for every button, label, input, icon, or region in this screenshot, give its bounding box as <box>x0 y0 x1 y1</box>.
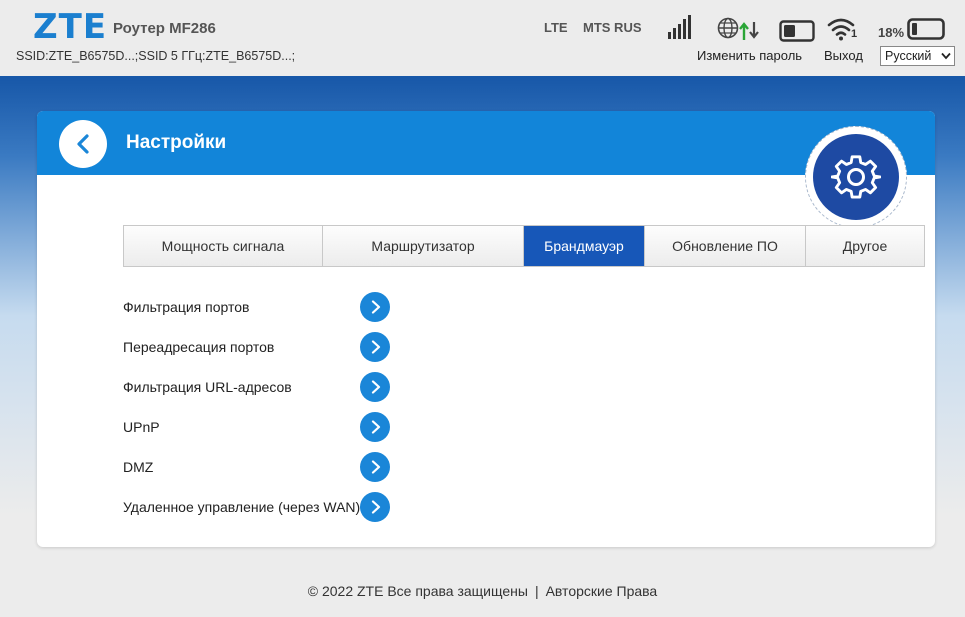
logout-link[interactable]: Выход <box>824 48 863 63</box>
language-selected-value: Русский <box>885 49 932 63</box>
settings-badge-circle <box>813 134 899 220</box>
settings-card: Настройки Мощность сигнала Маршрутизатор… <box>37 111 935 547</box>
chevron-right-icon <box>371 420 381 434</box>
url-filtering-item[interactable]: Фильтрация URL-адресов <box>123 372 393 402</box>
open-button[interactable] <box>360 332 390 362</box>
tab-router[interactable]: Маршрутизатор <box>323 226 524 266</box>
copyright-text: © 2022 ZTE Все права защищены <box>307 583 528 599</box>
chevron-right-icon <box>371 460 381 474</box>
globe-arrows-icon <box>717 17 759 40</box>
chevron-right-icon <box>371 300 381 314</box>
open-button[interactable] <box>360 412 390 442</box>
signal-bars-icon <box>668 15 691 39</box>
gear-icon <box>831 155 881 199</box>
tab-software-update[interactable]: Обновление ПО <box>645 226 806 266</box>
back-button[interactable] <box>59 120 107 168</box>
tab-other[interactable]: Другое <box>806 226 924 266</box>
open-button[interactable] <box>360 492 390 522</box>
tab-firewall[interactable]: Брандмауэр <box>524 226 645 266</box>
sim-card-icon <box>779 20 815 42</box>
menu-item-label: Переадресация портов <box>123 339 275 355</box>
battery-icon <box>907 18 945 40</box>
chevron-down-icon <box>941 52 951 60</box>
settings-badge <box>805 126 907 228</box>
change-password-link[interactable]: Изменить пароль <box>697 48 802 63</box>
battery-percent: 18% <box>878 25 905 40</box>
tab-signal-strength[interactable]: Мощность сигнала <box>124 226 323 266</box>
router-model: Роутер MF286 <box>113 20 216 37</box>
open-button[interactable] <box>360 452 390 482</box>
footer-separator: | <box>534 583 539 599</box>
chevron-right-icon <box>371 340 381 354</box>
zte-logo: ZTE <box>33 7 108 47</box>
port-filtering-item[interactable]: Фильтрация портов <box>123 292 393 322</box>
menu-item-label: Удаленное управление (через WAN) <box>123 499 361 515</box>
operator-name: MTS RUS <box>583 20 642 35</box>
top-header: ZTE Роутер MF286 SSID:ZTE_B6575D...;SSID… <box>0 0 965 76</box>
upnp-item[interactable]: UPnP <box>123 412 393 442</box>
wifi-client-count: 1 <box>851 28 858 40</box>
chevron-right-icon <box>371 500 381 514</box>
menu-item-label: Фильтрация портов <box>123 299 250 315</box>
card-header: Настройки <box>37 111 935 175</box>
port-forwarding-item[interactable]: Переадресация портов <box>123 332 393 362</box>
menu-item-label: Фильтрация URL-адресов <box>123 379 292 395</box>
settings-tabs: Мощность сигнала Маршрутизатор Брандмауэ… <box>123 225 925 267</box>
open-button[interactable] <box>360 372 390 402</box>
open-button[interactable] <box>360 292 390 322</box>
menu-item-label: DMZ <box>123 459 154 475</box>
page-footer: © 2022 ZTE Все права защищены | Авторские … <box>0 583 965 599</box>
copyright-link[interactable]: Авторские Права <box>546 583 658 599</box>
ssid-info: SSID:ZTE_B6575D...;SSID 5 ГГц:ZTE_B6575D… <box>16 49 296 63</box>
language-select[interactable]: Русский <box>880 46 955 66</box>
network-type: LTE <box>544 20 568 35</box>
dmz-item[interactable]: DMZ <box>123 452 393 482</box>
menu-item-label: UPnP <box>123 419 160 435</box>
remote-management-item[interactable]: Удаленное управление (через WAN) <box>123 492 393 522</box>
page-title: Настройки <box>126 132 227 153</box>
chevron-right-icon <box>371 380 381 394</box>
chevron-left-icon <box>77 134 89 154</box>
